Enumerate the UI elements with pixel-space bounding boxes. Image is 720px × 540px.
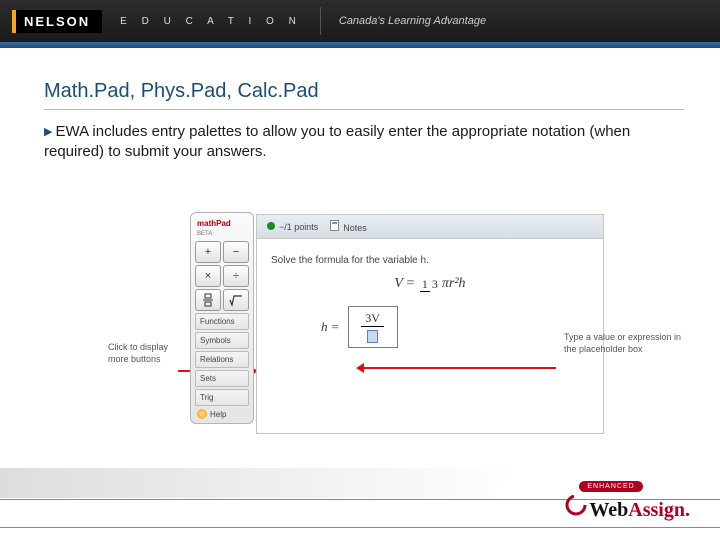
- mathpad-title: mathPad BETA: [195, 217, 249, 241]
- footer-shape: [0, 468, 520, 498]
- tagline: Canada's Learning Advantage: [339, 15, 486, 27]
- points-indicator: −/1 points: [267, 222, 318, 232]
- help-link[interactable]: Help: [195, 406, 249, 419]
- frac-den: 3: [430, 277, 440, 291]
- divide-button[interactable]: ÷: [223, 265, 249, 287]
- minus-button[interactable]: −: [223, 241, 249, 263]
- mathpad-palette: mathPad BETA + − × ÷ Functions Symbols R…: [190, 212, 254, 424]
- frac-num: 1: [420, 277, 430, 292]
- swoosh-icon: [565, 494, 587, 516]
- bullet-text: ▶EWA includes entry palettes to allow yo…: [0, 110, 720, 163]
- times-button[interactable]: ×: [195, 265, 221, 287]
- webassign-logo: ENHANCED WebAssign.: [565, 481, 690, 522]
- bullet-caret-icon: ▶: [44, 125, 52, 140]
- formula-eq: =: [406, 276, 414, 291]
- callout-right: Type a value or expression in the placeh…: [564, 332, 684, 355]
- workarea-panel: −/1 points Notes Solve the formula for t…: [256, 214, 604, 434]
- placeholder-box[interactable]: [367, 330, 378, 343]
- workarea-toolbar: −/1 points Notes: [257, 215, 603, 239]
- cat-functions[interactable]: Functions: [195, 313, 249, 330]
- formula-lhs: V: [394, 276, 403, 291]
- logo-assign: Assign.: [628, 499, 690, 522]
- help-icon: [197, 409, 207, 419]
- plus-button[interactable]: +: [195, 241, 221, 263]
- header-bar: NELSON E D U C A T I O N Canada's Learni…: [0, 0, 720, 42]
- cat-trig[interactable]: Trig: [195, 389, 249, 406]
- notes-link[interactable]: Notes: [330, 220, 367, 233]
- cat-symbols[interactable]: Symbols: [195, 332, 249, 349]
- arrow-right-icon: [356, 362, 556, 374]
- enhanced-pill: ENHANCED: [579, 481, 642, 492]
- figure: Click to display more buttons mathPad BE…: [108, 212, 624, 450]
- page-icon: [330, 220, 339, 231]
- points-text: −/1 points: [279, 222, 318, 232]
- callout-left: Click to display more buttons: [108, 342, 188, 365]
- notes-label: Notes: [343, 223, 367, 233]
- status-dot-icon: [267, 222, 275, 230]
- cat-sets[interactable]: Sets: [195, 370, 249, 387]
- mathpad-beta: BETA: [197, 231, 212, 237]
- header-divider: [320, 7, 321, 35]
- slide-title: Math.Pad, Phys.Pad, Calc.Pad: [44, 80, 720, 103]
- sqrt-button[interactable]: [223, 289, 249, 311]
- answer-numerator: 3V: [361, 311, 384, 327]
- formula-display: V = 13πr²h: [271, 276, 589, 292]
- question-prompt: Solve the formula for the variable h.: [271, 255, 589, 266]
- bullet-content: EWA includes entry palettes to allow you…: [44, 123, 630, 160]
- logo-web: Web: [589, 499, 628, 522]
- edu-label: E D U C A T I O N: [120, 16, 302, 27]
- fraction-button[interactable]: [195, 289, 221, 311]
- cat-relations[interactable]: Relations: [195, 351, 249, 368]
- footer-line-bottom: [0, 527, 720, 528]
- answer-label: h =: [321, 319, 340, 335]
- help-label: Help: [210, 410, 226, 419]
- answer-input[interactable]: 3V: [348, 306, 398, 348]
- brand-box: NELSON: [12, 10, 102, 33]
- formula-rhs: πr²h: [442, 276, 466, 291]
- mathpad-name: mathPad: [197, 219, 231, 228]
